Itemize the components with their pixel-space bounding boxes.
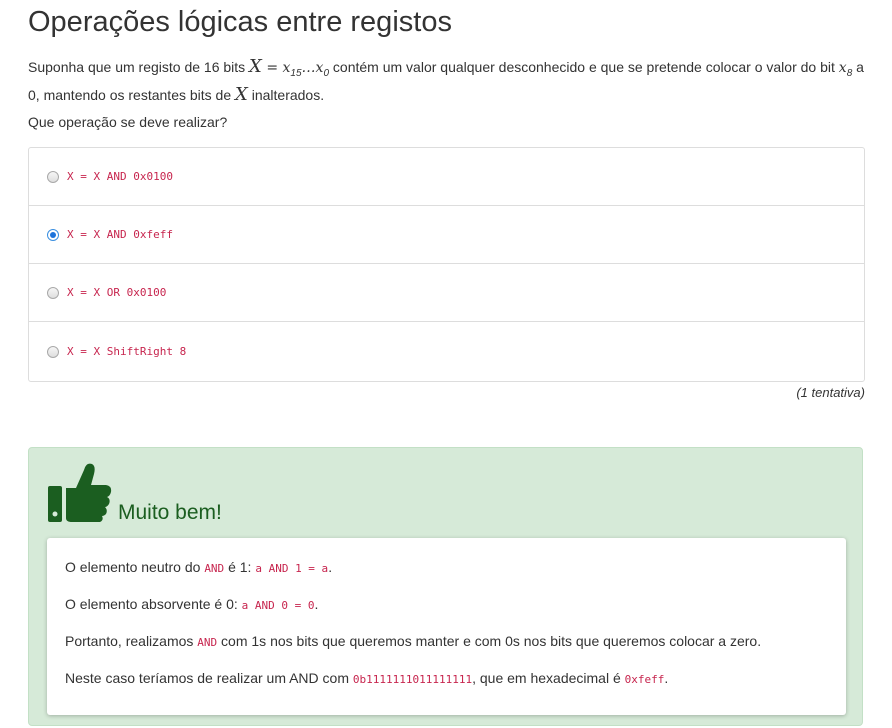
question-text: Suponha que um registo de 16 bits X = x1… [28, 56, 864, 105]
radio-button[interactable] [47, 170, 59, 183]
attempts-counter: (1 tentativa) [796, 385, 865, 400]
thumbs-up-icon [46, 458, 112, 529]
answer-option-1[interactable]: X = X AND 0x0100 [29, 148, 864, 206]
feedback-title: Muito bem! [118, 501, 222, 524]
feedback-panel: Muito bem! O elemento neutro do AND é 1:… [28, 447, 863, 726]
radio-button[interactable] [47, 286, 59, 299]
page-title: Operações lógicas entre registos [28, 6, 452, 38]
radio-button[interactable] [47, 345, 59, 358]
answer-option-3[interactable]: X = X OR 0x0100 [29, 264, 864, 322]
feedback-explanation: O elemento neutro do AND é 1: a AND 1 = … [47, 538, 846, 715]
answer-option-2[interactable]: X = X AND 0xfeff [29, 206, 864, 264]
option-label: X = X AND 0xfeff [67, 228, 173, 241]
explanation-paragraph: O elemento neutro do AND é 1: a AND 1 = … [65, 559, 333, 575]
option-label: X = X ShiftRight 8 [67, 345, 187, 358]
option-label: X = X OR 0x0100 [67, 286, 167, 299]
explanation-paragraph: Portanto, realizamos AND com 1s nos bits… [65, 633, 762, 649]
question-prompt: Que operação se deve realizar? [28, 114, 228, 130]
feedback-header: Muito bem! [46, 458, 222, 529]
option-label: X = X AND 0x0100 [67, 170, 173, 183]
explanation-paragraph: O elemento absorvente é 0: a AND 0 = 0. [65, 596, 319, 612]
answer-options: X = X AND 0x0100 X = X AND 0xfeff X = X … [28, 147, 865, 382]
explanation-paragraph: Neste caso teríamos de realizar um AND c… [65, 670, 669, 686]
radio-button-checked[interactable] [47, 228, 59, 241]
answer-option-4[interactable]: X = X ShiftRight 8 [29, 322, 864, 381]
